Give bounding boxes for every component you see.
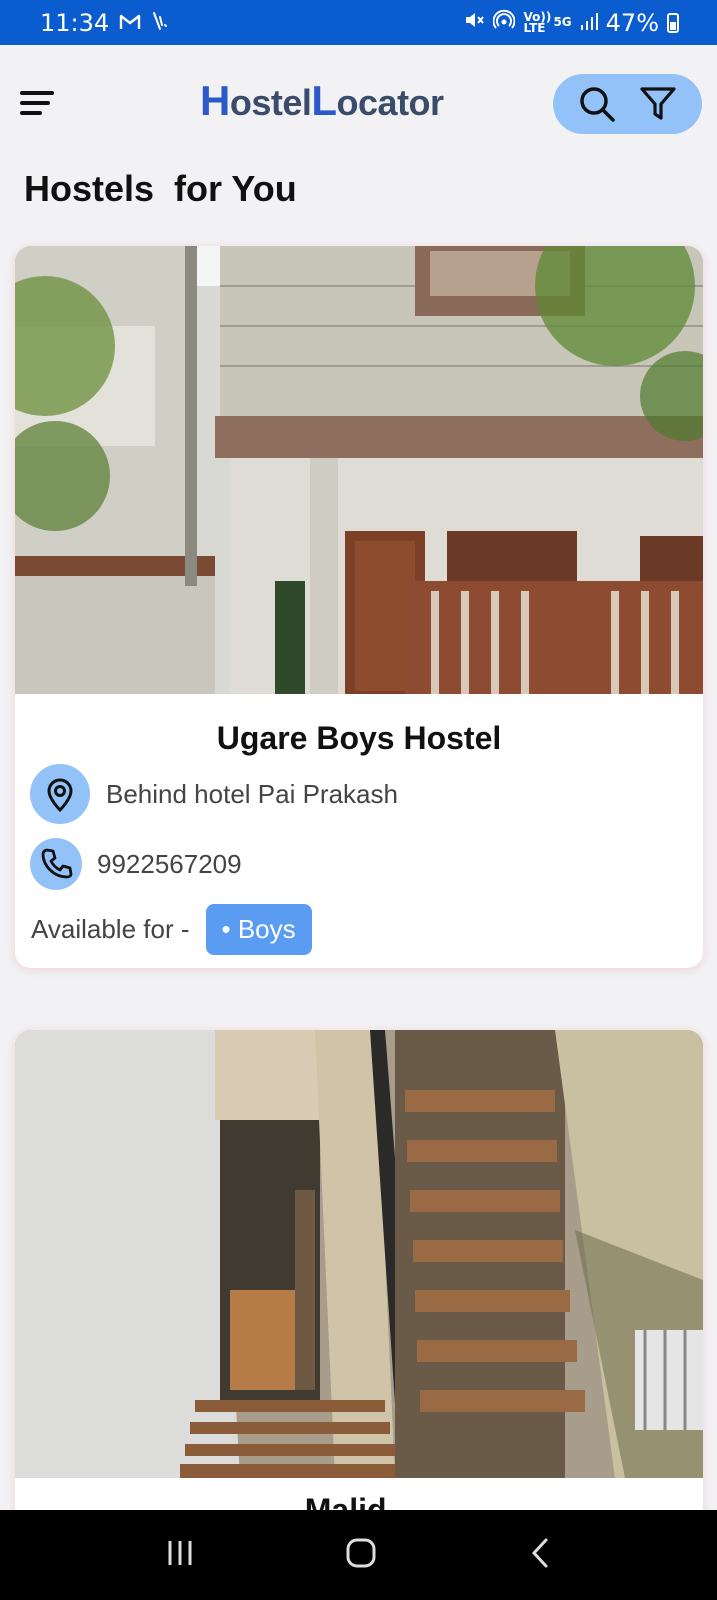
hostel-photo [15,1030,703,1478]
logo-text-ocator: ocator [336,82,445,123]
hostel-phone[interactable]: 9922567209 [97,849,242,880]
status-bar: 11:34 Vo)) LTE 5G 47% [0,0,717,45]
recent-apps-icon[interactable] [165,1538,195,1573]
app-bar: HostelLocator [0,45,717,163]
location-icon [30,764,90,824]
logo-letter-l: L [311,77,337,124]
hostel-card[interactable]: Ugare Boys Hostel Behind hotel Pai Praka… [15,246,703,968]
status-right: Vo)) LTE 5G 47% [463,9,679,37]
availability-row: Available for - • Boys [31,904,312,955]
network-type-label: 5G [553,15,572,29]
hotspot-icon [492,9,516,37]
app-logo: HostelLocator [200,77,444,125]
logo-letter-h: H [200,77,230,124]
signal-icon [580,9,598,37]
hostel-name: Ugare Boys Hostel [216,720,502,756]
search-icon[interactable] [578,85,616,123]
hostel-card[interactable]: Malid... [15,1030,703,1550]
gmail-icon [119,9,141,37]
phone-icon[interactable] [30,838,82,890]
filter-icon[interactable] [639,85,677,123]
volte-label: Vo)) LTE [523,9,552,35]
phone-row[interactable]: 9922567209 [30,838,242,890]
battery-icon [667,12,679,33]
notification-icon [151,9,169,37]
gender-badge: • Boys [205,904,312,955]
mute-icon [463,9,485,37]
status-left: 11:34 [40,9,169,37]
action-pill [553,74,702,134]
system-nav-bar [0,1510,717,1600]
menu-icon[interactable] [20,89,56,119]
section-title: Hostels for You [24,168,297,209]
battery-percent: 47% [605,8,659,37]
hostel-address: Behind hotel Pai Prakash [106,778,398,809]
back-icon[interactable] [528,1537,552,1574]
available-for-label: Available for - [31,914,190,944]
logo-text-ostel: ostel [229,82,312,123]
hostel-photo [15,246,703,694]
address-row: Behind hotel Pai Prakash [30,764,398,824]
status-time: 11:34 [40,8,110,37]
home-icon[interactable] [345,1537,377,1574]
